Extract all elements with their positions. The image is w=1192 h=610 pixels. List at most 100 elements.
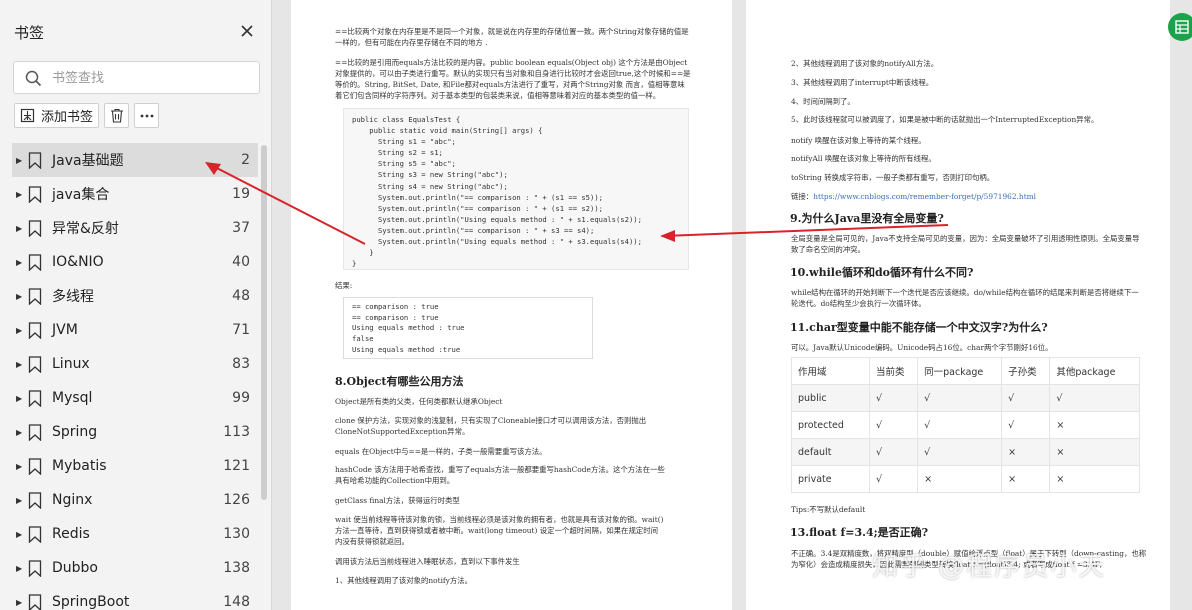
bookmark-name: Java基础题: [52, 153, 124, 169]
bookmark-item[interactable]: ▶ Nginx 126: [12, 483, 258, 517]
table-cell: √: [1001, 384, 1051, 412]
code-line: String s4 = new String("abc");: [352, 181, 508, 191]
expand-triangle-icon[interactable]: ▶: [16, 598, 26, 607]
expand-triangle-icon[interactable]: ▶: [16, 428, 26, 437]
section-heading: 11.char型变量中能不能存储一个中文汉字?为什么?: [790, 321, 1048, 334]
bookmark-item[interactable]: ▶ IO&NIO 40: [12, 245, 258, 279]
bookmark-search-box[interactable]: [13, 61, 260, 94]
bookmark-page: 71: [232, 322, 250, 338]
code-line: System.out.println("== comparison : " + …: [352, 192, 603, 202]
table-cell: ×: [1049, 465, 1140, 493]
bookmark-icon: [28, 253, 42, 271]
bookmark-page: 126: [223, 492, 250, 508]
bookmark-item[interactable]: ▶ java集合 19: [12, 177, 258, 211]
code-line: public static void main(String[] args) {: [352, 126, 543, 136]
bookmark-toolbar: 添加书签: [14, 103, 160, 128]
bookmark-search-input[interactable]: [52, 68, 252, 88]
code-line: public class EqualsTest {: [352, 115, 461, 124]
code-line: System.out.println("Using equals method …: [352, 237, 642, 247]
section-heading: 9.为什么Java里没有全局变量?: [790, 212, 944, 225]
table-row: private √ × × ×: [791, 465, 1140, 493]
delete-bookmark-button[interactable]: [104, 103, 130, 128]
reference-link[interactable]: https://www.cnblogs.com/remember-forget/…: [813, 192, 1036, 201]
table-cell: private: [791, 465, 870, 493]
code-line: System.out.println("Using equals method …: [352, 214, 642, 224]
bookmark-page: 99: [232, 390, 250, 406]
table-cell: 子孙类: [1001, 357, 1051, 385]
paragraph: Object是所有类的父类，任何类都默认继承Object: [335, 397, 503, 406]
expand-triangle-icon[interactable]: ▶: [16, 462, 26, 471]
more-options-button[interactable]: [134, 103, 160, 128]
bookmark-name: java集合: [52, 187, 110, 203]
code-line: String s3 = new String("abc");: [352, 170, 508, 180]
bookmark-name: 异常&反射: [52, 221, 119, 237]
expand-triangle-icon[interactable]: ▶: [16, 224, 26, 233]
add-bookmark-button[interactable]: 添加书签: [14, 103, 100, 128]
paragraph: wait 使当前线程等待该对象的锁，当前线程必须是该对象的拥有者，也就是具有该对…: [335, 515, 664, 546]
paragraph: toString 转换成字符串，一般子类都有重写，否则打印句柄。: [791, 173, 995, 182]
paragraph: getClass final方法，获得运行时类型: [335, 496, 460, 505]
trash-icon: [110, 108, 123, 123]
bookmark-page: 83: [232, 356, 250, 372]
paragraph: while结构在循环的开始判断下一个迭代是否应该继续。do/while结构在循环…: [791, 288, 1139, 308]
table-cell: √: [1049, 384, 1140, 412]
pdf-reader-window: 书签 添加书签 ▶ Java基础题 2 ▶ java集合 19 ▶ 异常&反射 37 ▶ IO&NI…: [0, 0, 1192, 610]
bookmark-name: Redis: [52, 526, 90, 542]
table-cell: √: [917, 411, 1003, 439]
bookmark-name: IO&NIO: [52, 254, 104, 270]
expand-triangle-icon[interactable]: ▶: [16, 190, 26, 199]
sidebar-scrollbar[interactable]: [261, 145, 267, 500]
table-cell: 其他package: [1049, 357, 1140, 385]
expand-triangle-icon[interactable]: ▶: [16, 156, 26, 165]
paragraph: clone 保护方法，实现对象的浅复制，只有实现了Cloneable接口才可以调…: [335, 416, 647, 436]
document-page-left: ==比较两个对象在内存里是不是同一个对象，就是说在内存里的存储位置一致。两个St…: [291, 0, 732, 610]
bookmark-item[interactable]: ▶ Mysql 99: [12, 381, 258, 415]
table-cell: √: [868, 411, 919, 439]
paragraph: ==比较的是引用而equals方法比较的是内容。public boolean e…: [335, 58, 691, 100]
document-page-right: 2、其他线程调用了该对象的notifyAll方法。 3、其他线程调用了inter…: [746, 0, 1170, 610]
bookmark-icon: [28, 389, 42, 407]
bookmark-item[interactable]: ▶ Spring 113: [12, 415, 258, 449]
expand-triangle-icon[interactable]: ▶: [16, 530, 26, 539]
bookmark-icon: [28, 457, 42, 475]
bookmark-page: 40: [232, 254, 250, 270]
table-tool-button[interactable]: [1168, 13, 1192, 41]
expand-triangle-icon[interactable]: ▶: [16, 326, 26, 335]
add-bookmark-icon: [20, 108, 35, 123]
paragraph: equals 在Object中与==是一样的，子类一般需要重写该方法。: [335, 447, 547, 456]
bookmark-item[interactable]: ▶ Mybatis 121: [12, 449, 258, 483]
link-row: 链接：https://www.cnblogs.com/remember-forg…: [791, 191, 1036, 202]
bookmark-list: ▶ Java基础题 2 ▶ java集合 19 ▶ 异常&反射 37 ▶ IO&NIO 40 ▶ 多线程 4…: [12, 143, 258, 610]
table-cell: √: [917, 438, 1003, 466]
expand-triangle-icon[interactable]: ▶: [16, 496, 26, 505]
bookmark-item[interactable]: ▶ Java基础题 2: [12, 143, 258, 177]
bookmark-icon: [28, 355, 42, 373]
sidebar-title: 书签: [14, 24, 45, 42]
close-icon[interactable]: [238, 22, 256, 40]
bookmark-page: 2: [241, 152, 250, 168]
expand-triangle-icon[interactable]: ▶: [16, 394, 26, 403]
bookmark-icon: [28, 219, 42, 237]
bookmark-icon: [28, 491, 42, 509]
bookmark-page: 48: [232, 288, 250, 304]
bookmark-item[interactable]: ▶ Linux 83: [12, 347, 258, 381]
bookmark-item[interactable]: ▶ JVM 71: [12, 313, 258, 347]
bookmark-item[interactable]: ▶ Redis 130: [12, 517, 258, 551]
expand-triangle-icon[interactable]: ▶: [16, 360, 26, 369]
bookmark-name: Nginx: [52, 492, 93, 508]
code-line: System.out.println("== comparison : " + …: [352, 203, 603, 213]
table-cell: ×: [1001, 438, 1051, 466]
bookmark-icon: [28, 593, 42, 610]
expand-triangle-icon[interactable]: ▶: [16, 564, 26, 573]
expand-triangle-icon[interactable]: ▶: [16, 292, 26, 301]
bookmark-item[interactable]: ▶ Dubbo 138: [12, 551, 258, 585]
bookmark-name: SpringBoot: [52, 594, 130, 610]
code-line: System.out.println("== comparison : " + …: [352, 225, 595, 235]
expand-triangle-icon[interactable]: ▶: [16, 258, 26, 267]
bookmark-item[interactable]: ▶ 异常&反射 37: [12, 211, 258, 245]
add-bookmark-label: 添加书签: [41, 110, 94, 125]
bookmark-page: 130: [223, 526, 250, 542]
link-label: 链接：: [791, 192, 814, 201]
bookmark-item[interactable]: ▶ 多线程 48: [12, 279, 258, 313]
bookmark-item[interactable]: ▶ SpringBoot 148: [12, 585, 258, 610]
